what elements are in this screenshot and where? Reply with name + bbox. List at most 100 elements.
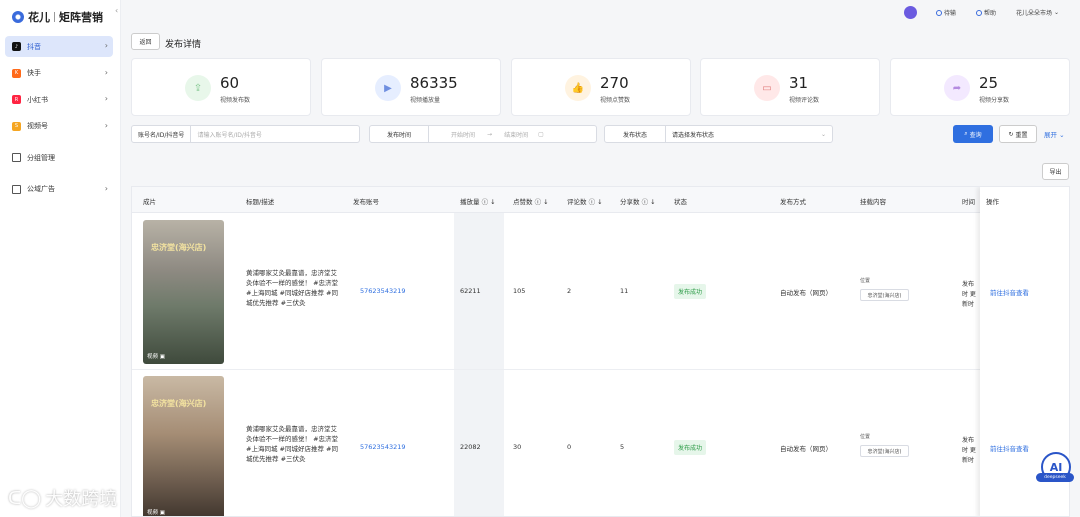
search-button[interactable]: ⌕ 查询: [953, 125, 993, 143]
account-filter-label: 账号名/ID/抖音号: [132, 126, 192, 142]
chevron-right-icon: ›: [104, 94, 108, 104]
watermark: ᑕ◯ 大数跨境: [8, 485, 117, 511]
help-button[interactable]: 帮助: [976, 8, 996, 17]
sidebar-item-groups[interactable]: 分组管理: [5, 147, 113, 168]
stat-card-posts: ⇪ 60 视频发布数: [131, 58, 311, 116]
publish-method: 自动发布（网页）: [780, 445, 832, 453]
search-label: 查询: [969, 131, 982, 139]
export-button[interactable]: 导出: [1042, 163, 1069, 180]
group-icon: [12, 153, 21, 163]
stat-value: 86335: [410, 74, 458, 92]
module-name: 矩阵营销: [59, 11, 103, 24]
collapse-sidebar-icon[interactable]: ‹: [115, 6, 118, 15]
page-title: 发布详情: [165, 40, 202, 50]
divider: [54, 12, 55, 22]
end-time-input[interactable]: 结束时间: [498, 130, 534, 139]
stat-label: 视频点赞数: [600, 97, 631, 104]
mount-label: 位置: [860, 434, 871, 440]
reset-icon: ↻: [1008, 130, 1014, 138]
chevron-right-icon: ›: [104, 120, 108, 130]
like-icon: 👍: [565, 75, 591, 101]
col-header: 状态: [674, 198, 687, 206]
sidebar-item-label: 公域广告: [27, 185, 55, 194]
col-header-comments[interactable]: 评论数 ⓘ ↓: [567, 196, 603, 206]
account-link[interactable]: 57623543219: [360, 287, 406, 295]
status-filter[interactable]: 发布状态 请选择发布状态 ⌄: [604, 125, 833, 143]
chevron-down-icon: ⌄: [1054, 9, 1060, 16]
status-filter-label: 发布状态: [605, 126, 667, 142]
stat-label: 视频评论数: [789, 97, 820, 104]
sidebar-item-douyin[interactable]: ♪ 抖音 ›: [5, 36, 113, 57]
upload-icon: ⇪: [185, 75, 211, 101]
avatar[interactable]: [904, 6, 917, 19]
account-link[interactable]: 57623543219: [360, 443, 406, 451]
user-menu[interactable]: 花儿朵朵市场 ⌄: [1016, 8, 1059, 17]
col-header: 挂载内容: [860, 198, 886, 206]
sidebar-item-kuaishou[interactable]: K 快手 ›: [5, 63, 113, 84]
chevron-down-icon: ⌄: [1059, 131, 1065, 139]
sidebar-item-label: 小红书: [27, 95, 48, 104]
shipinhao-icon: S: [12, 121, 21, 131]
video-tag: 视频 ▣: [147, 510, 165, 516]
col-header-likes[interactable]: 点赞数 ⓘ ↓: [513, 196, 549, 206]
view-on-douyin-link[interactable]: 前往抖音查看: [990, 443, 1029, 453]
stat-label: 视频发布数: [220, 97, 251, 104]
video-thumbnail[interactable]: 忠济堂(海兴店) 视频 ▣: [143, 376, 224, 516]
mount-location: 忠济堂(海兴店): [860, 445, 909, 457]
todo-icon: [936, 9, 942, 16]
status-badge: 发布成功: [674, 284, 707, 299]
reset-label: 重置: [1015, 131, 1028, 139]
table-header: 成片 标题/描述 发布账号 播放量 ⓘ ↓ 点赞数 ⓘ ↓ 评论数 ⓘ ↓ 分享…: [132, 187, 1069, 213]
time-value: 发布时 更新时: [962, 437, 976, 464]
time-filter: 发布时间 开始时间 → 结束时间 ▢: [369, 125, 597, 143]
expand-button[interactable]: 展开 ⌄: [1044, 129, 1065, 139]
plays-value: 62211: [460, 287, 481, 295]
todo-label: 待输: [944, 10, 957, 17]
comments-value: 0: [567, 443, 572, 451]
status-badge: 发布成功: [674, 440, 707, 455]
sidebar-item-xiaohongshu[interactable]: R 小红书 ›: [5, 89, 113, 110]
reset-button[interactable]: ↻ 重置: [999, 125, 1037, 143]
sidebar-nav: ♪ 抖音 › K 快手 › R 小红书 › S 视频号 › 分组管理 公域广告 …: [5, 36, 113, 206]
video-description: 黄浦哪家艾灸最靠谱，忠济堂艾灸体验不一样的感觉！ #忠济堂 #上海同城 #同城好…: [246, 425, 339, 463]
start-time-input[interactable]: 开始时间: [429, 130, 481, 139]
publish-method: 自动发布（网页）: [780, 289, 832, 297]
table-row: 忠济堂(海兴店) 视频 ▣ 黄浦哪家艾灸最靠谱，忠济堂艾灸体验不一样的感觉！ #…: [132, 214, 1069, 370]
kuaishou-icon: K: [12, 68, 21, 78]
col-header: 发布账号: [353, 198, 379, 206]
col-header-shares[interactable]: 分享数 ⓘ ↓: [620, 196, 656, 206]
sidebar-item-label: 视频号: [27, 122, 48, 131]
account-filter: 账号名/ID/抖音号 请输入账号名/ID/抖音号: [131, 125, 360, 143]
stat-value: 270: [600, 74, 629, 92]
chevron-right-icon: ›: [104, 183, 108, 193]
sidebar-item-label: 分组管理: [27, 153, 55, 162]
ai-tag: deepseek: [1036, 473, 1074, 482]
mount-label: 位置: [860, 278, 871, 284]
douyin-icon: ♪: [12, 42, 21, 51]
monitor-icon: [12, 184, 21, 194]
sidebar-item-ads[interactable]: 公域广告 ›: [5, 179, 113, 200]
xiaohongshu-icon: R: [12, 95, 21, 105]
thumbnail-title: 忠济堂(海兴店): [151, 399, 207, 408]
video-thumbnail[interactable]: 忠济堂(海兴店) 视频 ▣: [143, 220, 224, 364]
comments-value: 2: [567, 287, 572, 295]
col-header-plays[interactable]: 播放量 ⓘ ↓: [460, 196, 496, 206]
todo-button[interactable]: 待输: [936, 8, 956, 17]
stat-card-comments: ▭ 31 视频评论数: [700, 58, 880, 116]
video-description: 黄浦哪家艾灸最靠谱，忠济堂艾灸体验不一样的感觉！ #忠济堂 #上海同城 #同城好…: [246, 269, 339, 307]
sidebar-item-shipinhao[interactable]: S 视频号 ›: [5, 116, 113, 137]
back-button[interactable]: 返回: [131, 33, 160, 50]
stat-value: 31: [789, 74, 809, 92]
stat-value: 60: [220, 74, 240, 92]
sidebar-item-label: 抖音: [27, 42, 41, 51]
arrow-right-icon: →: [487, 130, 493, 138]
flower-logo-icon: [12, 11, 24, 23]
view-on-douyin-link[interactable]: 前往抖音查看: [990, 287, 1029, 297]
status-select[interactable]: 请选择发布状态: [666, 130, 720, 139]
col-header: 成片: [143, 198, 156, 206]
help-label: 帮助: [984, 10, 997, 17]
account-search-input[interactable]: 请输入账号名/ID/抖音号: [191, 130, 267, 139]
col-header: 时间: [962, 198, 975, 206]
user-name: 花儿朵朵市场: [1016, 10, 1053, 17]
comment-icon: ▭: [754, 75, 780, 101]
